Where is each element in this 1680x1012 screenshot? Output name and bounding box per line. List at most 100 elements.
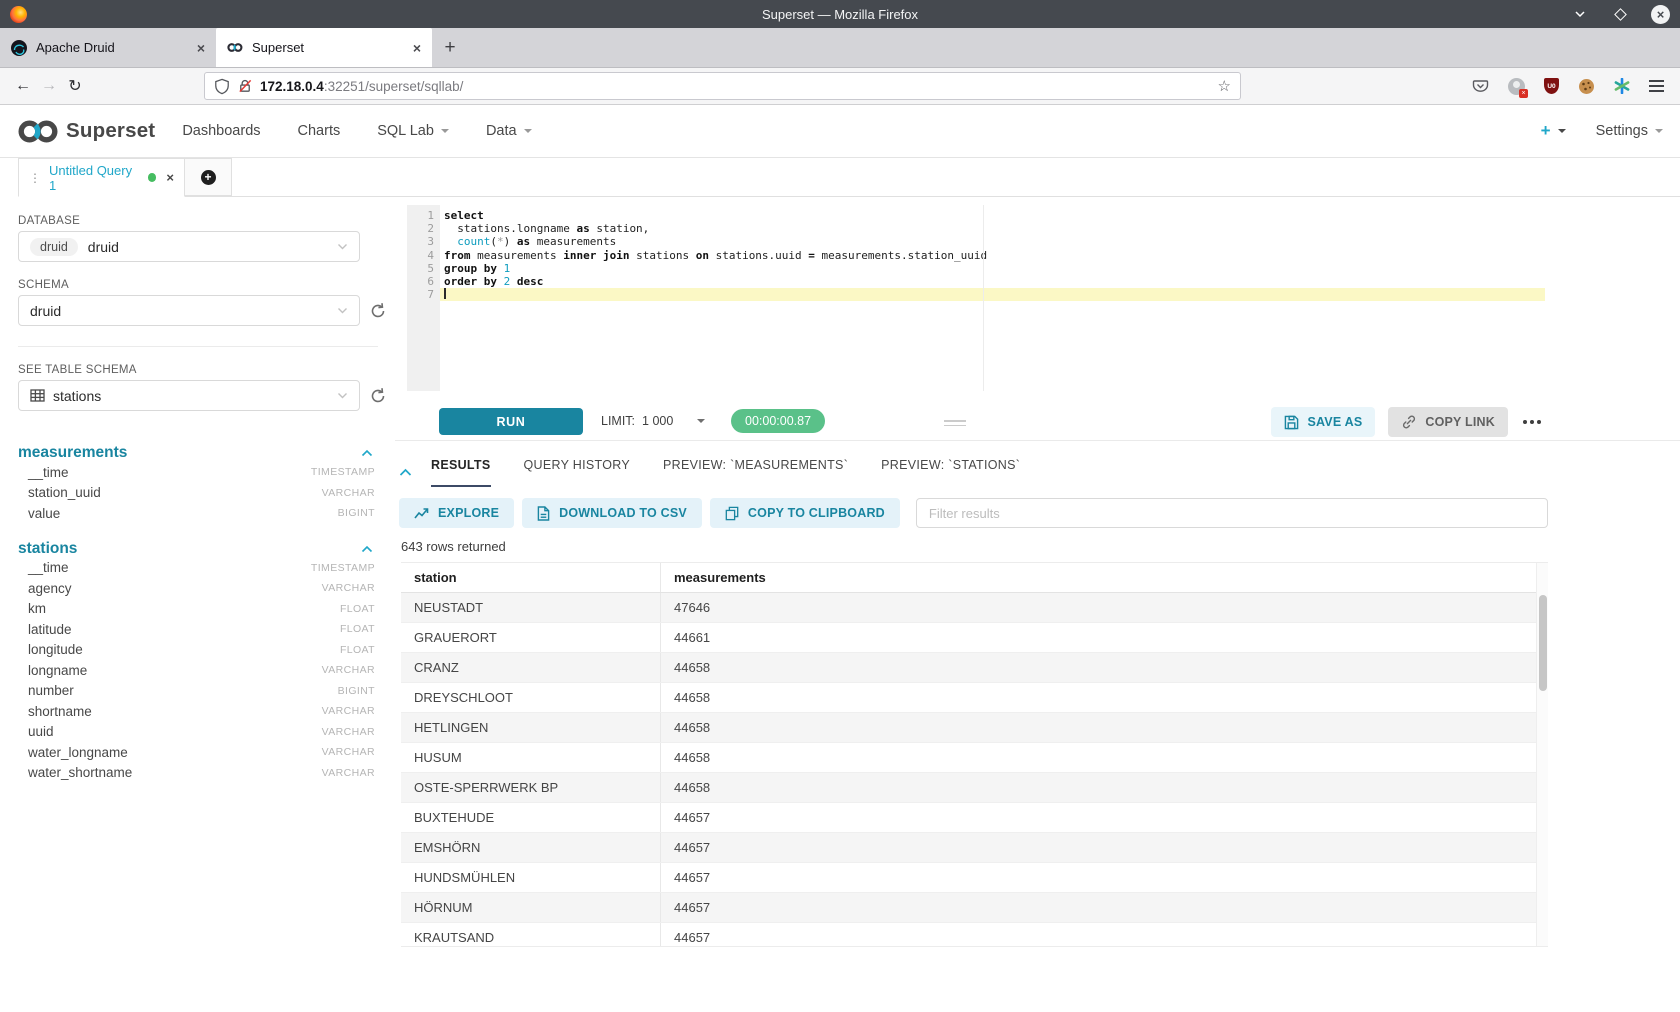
close-icon[interactable]: × [1651,5,1670,24]
column-row: number BIGINT [18,681,395,702]
button-copy-to-clipboard[interactable]: COPY TO CLIPBOARD [710,498,900,528]
more-options-button[interactable] [1521,414,1543,430]
refresh-tables-icon[interactable] [369,387,387,405]
column-row: water_longnameVARCHAR [18,742,395,763]
column-type: FLOAT [340,603,375,615]
results-tab-preview-stations[interactable]: PREVIEW: `STATIONS` [881,458,1020,487]
pane-resizer-handle[interactable] [944,420,966,426]
refresh-schema-icon[interactable] [369,302,387,320]
shield-icon[interactable] [214,78,230,95]
column-type: VARCHAR [322,767,375,779]
extension-asterisk-icon[interactable] [1614,78,1630,94]
column-header-measurements[interactable]: measurements [660,563,1536,592]
nav-item-sql-lab[interactable]: SQL Lab [377,123,449,139]
column-type: VARCHAR [322,746,375,758]
sidebar-divider [18,346,378,347]
browser-toolbar: ← → ↻ 172.18.0.4:32251/superset/sqllab/ … [0,68,1680,105]
forward-button: → [36,77,62,95]
column-name: __time [28,560,69,575]
sql-editor[interactable]: 1234567 select stations.longname as stat… [407,205,1545,391]
new-tab-button[interactable]: + [432,28,468,67]
cell-station: DREYSCHLOOT [401,690,660,705]
table-row: HETLINGEN44658 [401,713,1536,743]
chevron-down-icon [337,307,348,314]
column-type: VARCHAR [322,726,375,738]
limit-dropdown[interactable]: LIMIT: 1 000 [601,414,705,428]
maximize-icon[interactable] [1611,5,1629,23]
ublock-icon[interactable]: U0 [1544,78,1559,94]
extension-disabled-icon[interactable] [1508,78,1525,95]
code-line: group by 1 [440,262,1545,275]
url-bar[interactable]: 172.18.0.4:32251/superset/sqllab/ ☆ [204,72,1241,100]
chevron-up-icon[interactable] [361,449,373,457]
pocket-icon[interactable] [1472,78,1489,94]
column-type: BIGINT [338,685,375,697]
insecure-lock-icon[interactable] [237,78,253,94]
database-select[interactable]: druid druid [18,231,360,262]
column-type: FLOAT [340,623,375,635]
column-row: __timeTIMESTAMP [18,558,395,579]
tab-close-icon[interactable]: × [413,40,421,56]
run-button[interactable]: RUN [439,408,583,435]
table-scrollbar-thumb[interactable] [1539,595,1547,691]
caret-down-icon [441,129,449,137]
browser-tab-superset[interactable]: Superset × [216,28,432,67]
button-label: EXPLORE [438,506,499,520]
cell-station: OSTE-SPERRWERK BP [401,780,660,795]
chevron-up-icon[interactable] [361,545,373,553]
tab-close-icon[interactable]: × [197,40,205,56]
nav-item-dashboards[interactable]: Dashboards [182,123,260,139]
results-tab-preview-measurements[interactable]: PREVIEW: `MEASUREMENTS` [663,458,848,487]
database-value: druid [88,239,119,255]
table-row: DREYSCHLOOT44658 [401,683,1536,713]
table-schema-header[interactable]: measurements [18,444,395,462]
cell-measurements: 44658 [660,653,1536,682]
schema-select[interactable]: druid [18,295,360,326]
row-count-status: 643 rows returned [401,539,1680,554]
column-row: __timeTIMESTAMP [18,462,395,483]
settings-menu[interactable]: Settings [1596,123,1663,139]
browser-tab-apache-druid[interactable]: Apache Druid × [0,28,216,67]
cell-measurements: 44657 [660,803,1536,832]
column-header-station[interactable]: station [401,570,660,585]
save-as-button[interactable]: SAVE AS [1271,407,1375,437]
cell-measurements: 47646 [660,593,1536,622]
filter-results-input[interactable] [916,498,1548,528]
nav-item-data[interactable]: Data [486,123,532,139]
results-rows: NEUSTADT47646GRAUERORT44661CRANZ44658DRE… [401,593,1536,947]
query-tab-close-icon[interactable]: × [166,170,174,185]
bookmark-star-icon[interactable]: ☆ [1218,77,1231,95]
save-icon [1284,415,1299,430]
reload-button[interactable]: ↻ [62,76,88,96]
results-tab-query-history[interactable]: QUERY HISTORY [524,458,630,487]
minimize-icon[interactable] [1571,5,1589,23]
cell-station: KRAUTSAND [401,930,660,945]
query-tab-untitled-query-1[interactable]: ⋮ Untitled Query 1 × [18,158,185,197]
column-name: number [28,683,74,698]
nav-item-charts[interactable]: Charts [298,123,341,139]
limit-label: LIMIT: [601,414,635,428]
editor-code[interactable]: select stations.longname as station, cou… [440,205,1545,391]
button-download-to-csv[interactable]: DOWNLOAD TO CSV [522,498,702,528]
sqllab-sidebar: DATABASE druid druid SCHEMA druid [0,197,395,1012]
table-select[interactable]: stations [18,380,360,411]
copy-link-button[interactable]: COPY LINK [1388,407,1508,437]
table-row: BUXTEHUDE44657 [401,803,1536,833]
table-scrollbar[interactable] [1536,563,1548,946]
menu-icon[interactable] [1649,80,1664,92]
results-tab-results[interactable]: RESULTS [431,458,491,487]
table-schema-header[interactable]: stations [18,540,395,558]
collapse-chevron-up-icon[interactable] [399,468,412,477]
table-name: measurements [18,444,127,462]
table-row: OSTE-SPERRWERK BP44658 [401,773,1536,803]
column-name: value [28,506,60,521]
superset-logo[interactable]: Superset [17,118,155,145]
back-button[interactable]: ← [10,77,36,95]
editor-gutter: 1234567 [407,205,440,391]
cookie-icon[interactable] [1578,78,1595,95]
add-query-tab-button[interactable]: + [185,158,232,196]
new-item-button[interactable]: + [1541,121,1566,141]
button-explore[interactable]: EXPLORE [399,498,514,528]
drag-handle-icon[interactable]: ⋮ [29,171,41,185]
cell-station: EMSHÖRN [401,840,660,855]
